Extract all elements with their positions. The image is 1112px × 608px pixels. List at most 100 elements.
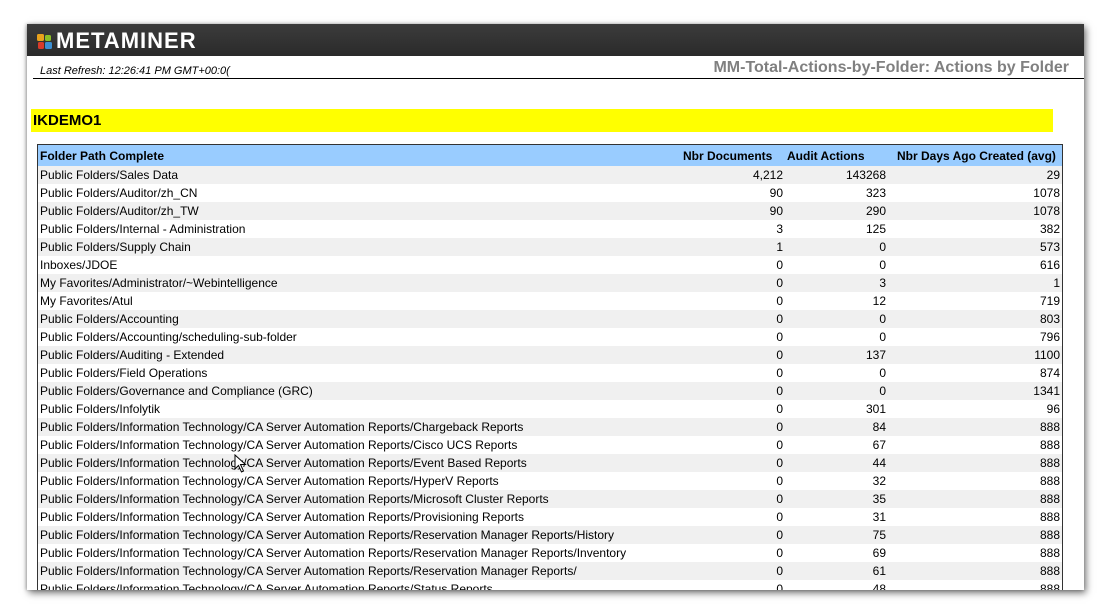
- days-ago-created-cell: 796: [888, 328, 1062, 346]
- days-ago-created-cell: 888: [888, 472, 1062, 490]
- nbr-documents-cell: 0: [681, 508, 785, 526]
- audit-actions-cell: 84: [785, 418, 888, 436]
- audit-actions-cell: 3: [785, 274, 888, 292]
- nbr-documents-cell: 0: [681, 328, 785, 346]
- nbr-documents-cell: 0: [681, 418, 785, 436]
- folder-path-cell: Public Folders/Information Technology/CA…: [38, 454, 681, 472]
- audit-actions-cell: 61: [785, 562, 888, 580]
- column-header-audit-actions[interactable]: Audit Actions: [785, 145, 888, 166]
- table-row: Public Folders/Sales Data 4,212 143268 29: [38, 166, 1062, 184]
- column-header-folder-path[interactable]: Folder Path Complete: [38, 145, 681, 166]
- days-ago-created-cell: 382: [888, 220, 1062, 238]
- audit-actions-cell: 12: [785, 292, 888, 310]
- folder-actions-table: Folder Path Complete Nbr Documents Audit…: [38, 145, 1062, 590]
- folder-path-cell: Public Folders/Auditor/zh_TW: [38, 202, 681, 220]
- folder-path-cell: Public Folders/Accounting: [38, 310, 681, 328]
- days-ago-created-cell: 888: [888, 526, 1062, 544]
- column-header-nbr-documents[interactable]: Nbr Documents: [681, 145, 785, 166]
- table-row: Public Folders/Information Technology/CA…: [38, 508, 1062, 526]
- folder-path-cell: Public Folders/Information Technology/CA…: [38, 418, 681, 436]
- table-row: Public Folders/Information Technology/CA…: [38, 580, 1062, 590]
- table-row: Public Folders/Supply Chain 1 0 573: [38, 238, 1062, 256]
- audit-actions-cell: 125: [785, 220, 888, 238]
- table-row: Public Folders/Auditor/zh_CN 90 323 1078: [38, 184, 1062, 202]
- days-ago-created-cell: 1078: [888, 202, 1062, 220]
- days-ago-created-cell: 1341: [888, 382, 1062, 400]
- nbr-documents-cell: 1: [681, 238, 785, 256]
- nbr-documents-cell: 0: [681, 274, 785, 292]
- days-ago-created-cell: 96: [888, 400, 1062, 418]
- last-refresh: Last Refresh: 12:26:41 PM GMT+00:0(: [40, 65, 230, 77]
- table-row: Public Folders/Information Technology/CA…: [38, 472, 1062, 490]
- audit-actions-cell: 48: [785, 580, 888, 590]
- audit-actions-cell: 0: [785, 328, 888, 346]
- table-row: Public Folders/Information Technology/CA…: [38, 526, 1062, 544]
- audit-actions-cell: 32: [785, 472, 888, 490]
- days-ago-created-cell: 803: [888, 310, 1062, 328]
- audit-actions-cell: 0: [785, 382, 888, 400]
- nbr-documents-cell: 0: [681, 292, 785, 310]
- folder-path-cell: Public Folders/Governance and Compliance…: [38, 382, 681, 400]
- days-ago-created-cell: 888: [888, 544, 1062, 562]
- folder-path-cell: Public Folders/Information Technology/CA…: [38, 436, 681, 454]
- audit-actions-cell: 44: [785, 454, 888, 472]
- nbr-documents-cell: 0: [681, 382, 785, 400]
- nbr-documents-cell: 0: [681, 346, 785, 364]
- audit-actions-cell: 0: [785, 364, 888, 382]
- nbr-documents-cell: 90: [681, 202, 785, 220]
- audit-actions-cell: 0: [785, 256, 888, 274]
- folder-path-cell: Public Folders/Information Technology/CA…: [38, 526, 681, 544]
- folder-path-cell: Public Folders/Field Operations: [38, 364, 681, 382]
- table-row: Public Folders/Auditing - Extended 0 137 11…: [38, 346, 1062, 364]
- days-ago-created-cell: 888: [888, 436, 1062, 454]
- nbr-documents-cell: 0: [681, 310, 785, 328]
- column-header-days-ago-created[interactable]: Nbr Days Ago Created (avg): [888, 145, 1062, 166]
- table-row: Public Folders/Governance and Compliance…: [38, 382, 1062, 400]
- app-banner: METAMINER: [27, 24, 1084, 56]
- table-row: Public Folders/Accounting 0 0 803: [38, 310, 1062, 328]
- days-ago-created-cell: 888: [888, 454, 1062, 472]
- table-row: Public Folders/Internal - Administration…: [38, 220, 1062, 238]
- nbr-documents-cell: 0: [681, 526, 785, 544]
- audit-actions-cell: 35: [785, 490, 888, 508]
- table-row: Public Folders/Information Technology/CA…: [38, 490, 1062, 508]
- table-body: Public Folders/Sales Data 4,212 143268 29 Pu…: [38, 166, 1062, 590]
- days-ago-created-cell: 888: [888, 580, 1062, 590]
- nbr-documents-cell: 0: [681, 490, 785, 508]
- table-header-row: Folder Path Complete Nbr Documents Audit…: [38, 145, 1062, 166]
- nbr-documents-cell: 3: [681, 220, 785, 238]
- folder-path-cell: Public Folders/Auditor/zh_CN: [38, 184, 681, 202]
- table-row: Public Folders/Auditor/zh_TW 90 290 1078: [38, 202, 1062, 220]
- folder-path-cell: Public Folders/Infolytik: [38, 400, 681, 418]
- nbr-documents-cell: 0: [681, 472, 785, 490]
- data-table-container[interactable]: Folder Path Complete Nbr Documents Audit…: [37, 144, 1063, 590]
- audit-actions-cell: 290: [785, 202, 888, 220]
- days-ago-created-cell: 888: [888, 508, 1062, 526]
- folder-path-cell: Public Folders/Information Technology/CA…: [38, 562, 681, 580]
- folder-path-cell: Public Folders/Information Technology/CA…: [38, 580, 681, 590]
- nbr-documents-cell: 90: [681, 184, 785, 202]
- nbr-documents-cell: 0: [681, 544, 785, 562]
- nbr-documents-cell: 0: [681, 562, 785, 580]
- nbr-documents-cell: 4,212: [681, 166, 785, 184]
- days-ago-created-cell: 1100: [888, 346, 1062, 364]
- days-ago-created-cell: 616: [888, 256, 1062, 274]
- table-row: Inboxes/JDOE 0 0 616: [38, 256, 1062, 274]
- audit-actions-cell: 137: [785, 346, 888, 364]
- days-ago-created-cell: 573: [888, 238, 1062, 256]
- days-ago-created-cell: 719: [888, 292, 1062, 310]
- folder-path-cell: Public Folders/Supply Chain: [38, 238, 681, 256]
- audit-actions-cell: 323: [785, 184, 888, 202]
- audit-actions-cell: 0: [785, 310, 888, 328]
- audit-actions-cell: 67: [785, 436, 888, 454]
- days-ago-created-cell: 874: [888, 364, 1062, 382]
- table-row: Public Folders/Information Technology/CA…: [38, 418, 1062, 436]
- days-ago-created-cell: 888: [888, 418, 1062, 436]
- table-row: Public Folders/Information Technology/CA…: [38, 454, 1062, 472]
- report-window: METAMINER Last Refresh: 12:26:41 PM GMT+…: [27, 24, 1084, 590]
- audit-actions-cell: 31: [785, 508, 888, 526]
- audit-actions-cell: 69: [785, 544, 888, 562]
- table-row: My Favorites/Atul 0 12 719: [38, 292, 1062, 310]
- audit-actions-cell: 75: [785, 526, 888, 544]
- nbr-documents-cell: 0: [681, 454, 785, 472]
